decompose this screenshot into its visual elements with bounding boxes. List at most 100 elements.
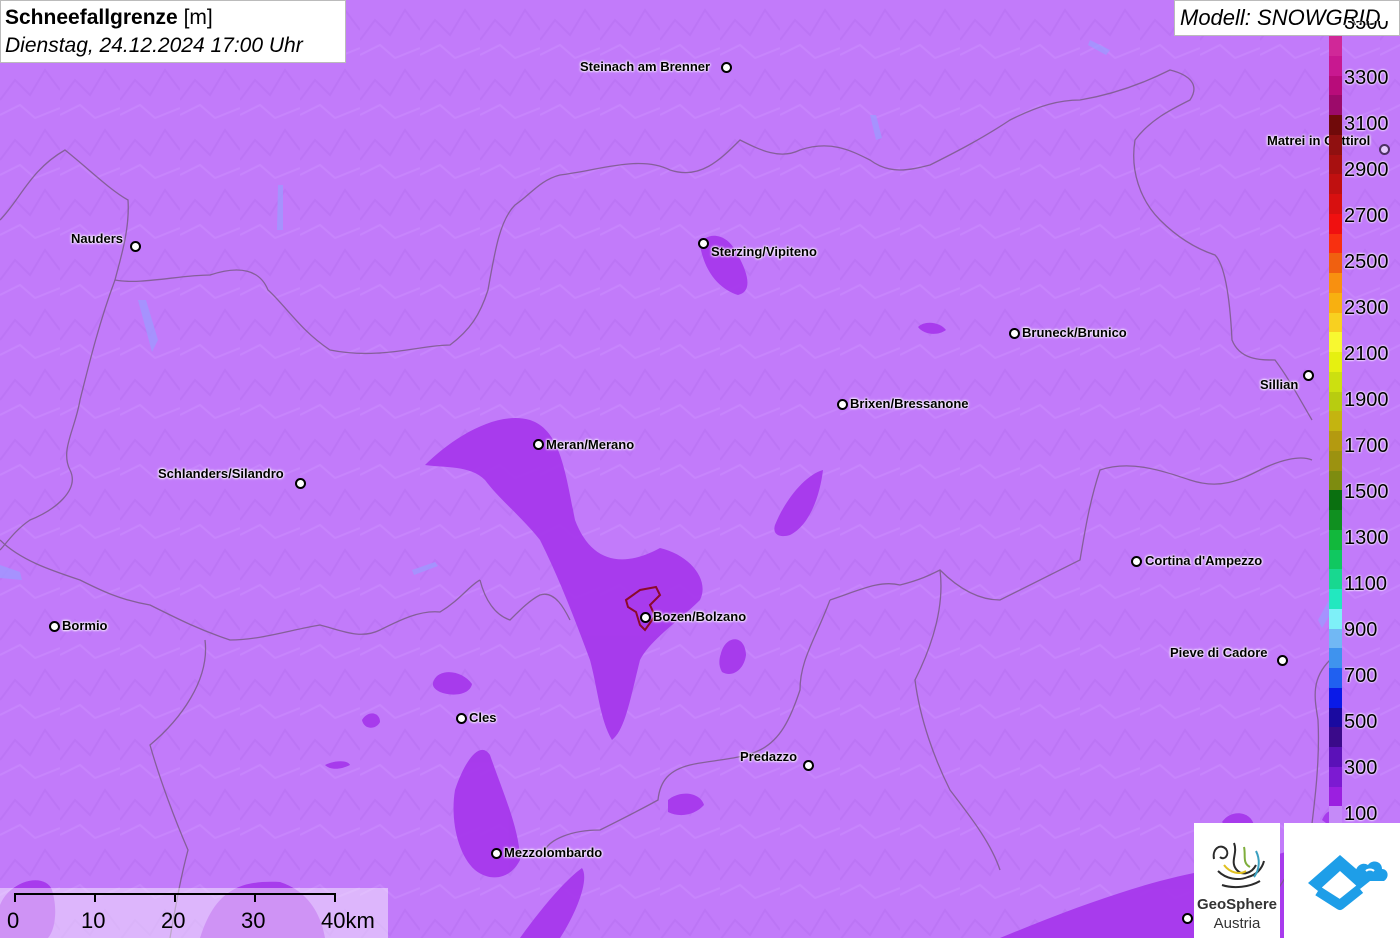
city-label-predazzo: Predazzo bbox=[740, 749, 798, 764]
scale-label-30: 30 bbox=[241, 908, 266, 933]
legend-label: 900 bbox=[1344, 619, 1378, 641]
city-label-bormio: Bormio bbox=[62, 618, 108, 633]
legend-color-step bbox=[1329, 747, 1342, 767]
scale-label-10: 10 bbox=[81, 908, 106, 933]
legend-color-step bbox=[1329, 727, 1342, 747]
legend-color-step bbox=[1329, 766, 1342, 787]
color-legend: 3500 3300 3100 2900 2700 2500 2300 2100 1900 1700… bbox=[1329, 21, 1400, 826]
city-label-meran: Meran/Merano bbox=[546, 437, 635, 452]
legend-color-step bbox=[1329, 668, 1342, 688]
legend-color-step bbox=[1329, 134, 1342, 155]
geosphere-name: GeoSphere bbox=[1196, 896, 1278, 913]
scale-bar: 0 10 20 30 40km bbox=[0, 888, 388, 938]
city-label-schlanders: Schlanders/Silandro bbox=[158, 466, 284, 481]
legend-color-step bbox=[1329, 55, 1342, 76]
city-label-sillian: Sillian bbox=[1260, 377, 1299, 392]
legend-label: 2100 bbox=[1344, 343, 1389, 365]
city-label-cles: Cles bbox=[469, 710, 497, 725]
legend-label: 1100 bbox=[1344, 573, 1388, 595]
city-dot-predazzo[interactable] bbox=[803, 760, 814, 771]
scale-label-40km: 40km bbox=[321, 908, 375, 933]
geosphere-logo[interactable]: GeoSphere Austria bbox=[1194, 823, 1280, 938]
legend-label: 500 bbox=[1344, 711, 1378, 733]
legend-color-step bbox=[1329, 589, 1342, 609]
legend-label: 1300 bbox=[1344, 527, 1389, 549]
legend-label-top-partial: 3500 bbox=[1344, 21, 1389, 34]
legend-color-step bbox=[1329, 312, 1342, 333]
city-dot-pieve[interactable] bbox=[1277, 655, 1288, 666]
legend-color-step bbox=[1329, 213, 1342, 234]
legend-color-step bbox=[1329, 371, 1342, 392]
legend-color-step bbox=[1329, 253, 1342, 273]
legend-color-step bbox=[1329, 194, 1342, 214]
city-dot-bormio[interactable] bbox=[49, 621, 60, 632]
legend-color-step bbox=[1329, 786, 1342, 807]
map-title-box: Schneefallgrenze [m] Dienstag, 24.12.202… bbox=[0, 0, 346, 63]
legend-label: 2500 bbox=[1344, 251, 1389, 273]
city-dot-sterzing[interactable] bbox=[698, 238, 709, 249]
city-dot-unnamed[interactable] bbox=[1182, 913, 1193, 924]
city-dot-bruneck[interactable] bbox=[1009, 328, 1020, 339]
city-dot-mezzolombardo[interactable] bbox=[491, 848, 502, 859]
legend-color-step bbox=[1329, 549, 1342, 570]
legend-label: 700 bbox=[1344, 665, 1378, 687]
city-label-pieve: Pieve di Cadore bbox=[1170, 645, 1268, 660]
legend-color-step bbox=[1329, 569, 1342, 589]
legend-label: 3300 bbox=[1344, 67, 1389, 89]
legend-color-step bbox=[1329, 687, 1342, 708]
city-dot-meran[interactable] bbox=[533, 439, 544, 450]
city-dot-steinach[interactable] bbox=[721, 62, 732, 73]
city-dot-brixen[interactable] bbox=[837, 399, 848, 410]
legend-label: 2900 bbox=[1344, 159, 1389, 181]
city-label-brixen: Brixen/Bressanone bbox=[850, 396, 969, 411]
legend-label: 3100 bbox=[1344, 113, 1389, 135]
legend-color-step bbox=[1329, 648, 1342, 668]
geosphere-country: Austria bbox=[1213, 915, 1261, 932]
legend-color-step bbox=[1329, 95, 1342, 115]
legend-color-step bbox=[1329, 36, 1342, 56]
legend-label: 2300 bbox=[1344, 297, 1389, 319]
map-title: Schneefallgrenze [m] bbox=[5, 4, 341, 32]
geosphere-emblem-icon bbox=[1212, 842, 1265, 889]
city-label-mezzolombardo: Mezzolombardo bbox=[504, 845, 603, 860]
city-dot-cles[interactable] bbox=[456, 713, 467, 724]
legend-color-step bbox=[1329, 628, 1342, 649]
scale-tick-40 bbox=[334, 893, 336, 902]
city-dot-sillian[interactable] bbox=[1303, 370, 1314, 381]
legend-color-step bbox=[1329, 470, 1342, 491]
city-dot-nauders[interactable] bbox=[130, 241, 141, 252]
legend-color-step bbox=[1329, 431, 1342, 451]
legend-color-step bbox=[1329, 490, 1342, 510]
scale-tick-10 bbox=[94, 893, 96, 902]
legend-color-step bbox=[1329, 332, 1342, 352]
legend-color-step bbox=[1329, 233, 1342, 254]
legend-label: 2700 bbox=[1344, 205, 1389, 227]
city-label-cortina: Cortina d'Ampezzo bbox=[1145, 553, 1263, 568]
legend-color-step bbox=[1329, 75, 1342, 96]
legend-color-step bbox=[1329, 292, 1342, 313]
legend-color-step bbox=[1329, 411, 1342, 431]
legend-color-step bbox=[1329, 273, 1342, 293]
city-dot-schlanders[interactable] bbox=[295, 478, 306, 489]
legend-color-bar bbox=[1329, 36, 1342, 826]
legend-label: 1900 bbox=[1344, 389, 1389, 411]
city-dot-cortina[interactable] bbox=[1131, 556, 1142, 567]
city-dot-bozen[interactable] bbox=[640, 612, 651, 623]
city-label-bruneck: Bruneck/Brunico bbox=[1022, 325, 1127, 340]
legend-color-step bbox=[1329, 450, 1342, 471]
legend-color-step bbox=[1329, 608, 1342, 629]
weather-app-logo[interactable] bbox=[1284, 823, 1400, 938]
legend-color-step bbox=[1329, 529, 1342, 550]
legend-color-step bbox=[1329, 174, 1342, 194]
cloud-arrow-icon bbox=[1308, 855, 1388, 910]
legend-label: 1700 bbox=[1344, 435, 1389, 457]
scale-label-0: 0 bbox=[7, 908, 20, 933]
city-label-steinach: Steinach am Brenner bbox=[580, 59, 711, 74]
legend-color-step bbox=[1329, 391, 1342, 412]
legend-color-step bbox=[1329, 154, 1342, 175]
legend-color-step bbox=[1329, 510, 1342, 530]
scale-label-20: 20 bbox=[161, 908, 186, 933]
city-label-nauders: Nauders bbox=[71, 231, 124, 246]
legend-color-step bbox=[1329, 115, 1342, 135]
city-label-bozen: Bozen/Bolzano bbox=[653, 609, 747, 624]
